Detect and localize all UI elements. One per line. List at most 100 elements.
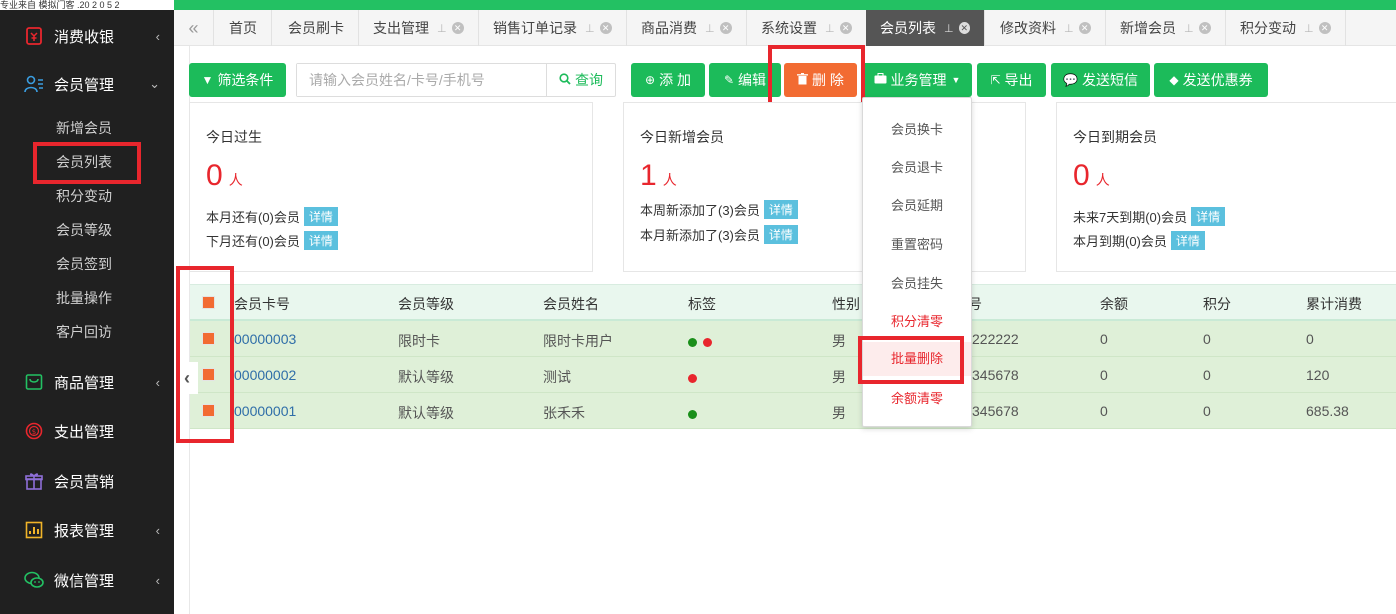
table-row[interactable]: 00000002 默认等级 测试 男 345678 0 0 120 [190, 357, 1396, 393]
column-header-points[interactable]: 积分 [1203, 294, 1231, 314]
column-header-total[interactable]: 累计消费 [1306, 294, 1362, 314]
row-checkbox[interactable] [202, 332, 215, 345]
sidebar-item-customer-visit[interactable]: 客户回访 [56, 322, 112, 342]
add-button[interactable]: ⊕ 添 加 [631, 63, 705, 97]
sidebar-item-member-checkin[interactable]: 会员签到 [56, 254, 112, 274]
sidebar-group-marketing[interactable]: 会员营销 [0, 459, 174, 503]
member-card-link[interactable]: 00000002 [234, 367, 296, 383]
member-card-link[interactable]: 00000003 [234, 331, 296, 347]
member-gender: 男 [832, 405, 846, 421]
pin-icon[interactable]: ⊥ [437, 22, 447, 35]
row-checkbox[interactable] [202, 368, 215, 381]
send-coupon-button[interactable]: ◆ 发送优惠券 [1154, 63, 1268, 97]
tab-member-list[interactable]: 会员列表 ⊥ ✕ [866, 10, 985, 46]
card-line-text: 本月新添加了(3)会员 [640, 228, 760, 243]
member-tags [688, 334, 718, 350]
close-icon[interactable]: ✕ [958, 22, 970, 34]
collapse-sidebar-chevron-icon[interactable]: ‹ [176, 362, 198, 394]
tab-new-member[interactable]: 新增会员 ⊥ ✕ [1106, 10, 1226, 46]
column-header-card[interactable]: 会员卡号 [234, 294, 290, 314]
close-icon[interactable]: ✕ [1078, 22, 1091, 34]
pin-icon[interactable]: ⊥ [825, 22, 835, 35]
close-icon[interactable]: ✕ [1318, 22, 1331, 34]
menu-item-clear-balance[interactable]: 余额清零 [863, 388, 971, 407]
chevron-left-icon: ‹ [155, 522, 160, 538]
tab-label: 首页 [229, 20, 257, 36]
menu-item-clear-points[interactable]: 积分清零 [863, 311, 971, 330]
sidebar-item-member-level[interactable]: 会员等级 [56, 220, 112, 240]
close-icon[interactable]: ✕ [451, 22, 464, 34]
menu-item-batch-delete[interactable]: 批量删除 [863, 342, 971, 376]
menu-item-change-card[interactable]: 会员换卡 [863, 119, 971, 138]
tab-points-change[interactable]: 积分变动 ⊥ ✕ [1226, 10, 1346, 46]
search-button[interactable]: 查询 [546, 64, 615, 96]
detail-badge[interactable]: 详情 [1170, 231, 1205, 250]
menu-item-extend[interactable]: 会员延期 [863, 195, 971, 214]
sidebar-group-expense[interactable]: $ 支出管理 [0, 409, 174, 453]
member-balance: 0 [1100, 403, 1108, 419]
tab-home[interactable]: 首页 [215, 10, 272, 46]
detail-badge[interactable]: 详情 [303, 231, 338, 250]
tab-goods-consume[interactable]: 商品消费 ⊥ ✕ [627, 10, 747, 46]
column-header-gender[interactable]: 性别 [832, 294, 860, 314]
tab-bar: « 首页 会员刷卡 支出管理 ⊥ ✕ 销售订单记录 ⊥ ✕ 商品消费 ⊥ ✕ 系统设置 ⊥ ✕ … [174, 10, 1396, 46]
card-count: 0人 [1073, 159, 1110, 193]
birthday-card: 今日过生 0人 本月还有(0)会员 详情 下月还有(0)会员 详情 [189, 102, 593, 272]
sidebar-item-new-member[interactable]: 新增会员 [56, 118, 112, 138]
column-header-balance[interactable]: 余额 [1100, 294, 1128, 314]
close-icon[interactable]: ✕ [719, 22, 732, 34]
double-chevron-left-icon[interactable]: « [174, 10, 214, 46]
sidebar-group-goods[interactable]: 商品管理 ‹ [0, 360, 174, 404]
card-line: 本周新添加了(3)会员 详情 [640, 200, 798, 219]
pin-icon[interactable]: ⊥ [944, 22, 954, 35]
row-checkbox[interactable] [202, 404, 215, 417]
column-header-tags[interactable]: 标签 [688, 294, 716, 314]
pin-icon[interactable]: ⊥ [1064, 22, 1074, 35]
sidebar-group-member[interactable]: 会员管理 ⌄ [0, 62, 174, 106]
menu-item-reset-password[interactable]: 重置密码 [863, 234, 971, 253]
pin-icon[interactable]: ⊥ [1184, 22, 1194, 35]
tab-sales-orders[interactable]: 销售订单记录 ⊥ ✕ [479, 10, 627, 46]
column-header-level[interactable]: 会员等级 [398, 294, 454, 314]
member-card-link[interactable]: 00000001 [234, 403, 296, 419]
table-row[interactable]: 00000003 限时卡 限时卡用户 男 222222 0 0 0 [190, 321, 1396, 357]
sidebar-group-report[interactable]: 报表管理 ‹ [0, 508, 174, 552]
tab-system-settings[interactable]: 系统设置 ⊥ ✕ [747, 10, 867, 46]
filter-button[interactable]: ▼ 筛选条件 [189, 63, 286, 97]
sidebar-item-member-list[interactable]: 会员列表 [56, 152, 112, 172]
edit-button[interactable]: ✎ 编辑 [709, 63, 781, 97]
detail-badge[interactable]: 详情 [763, 225, 798, 244]
delete-button[interactable]: 删 除 [784, 63, 857, 97]
pin-icon[interactable]: ⊥ [705, 22, 715, 35]
sidebar-group-cashier[interactable]: 消费收银 ‹ [0, 14, 174, 58]
pin-icon[interactable]: ⊥ [585, 22, 595, 35]
search-box: 查询 [296, 63, 616, 97]
close-icon[interactable]: ✕ [1198, 22, 1211, 34]
export-button[interactable]: ⇱ 导出 [977, 63, 1046, 97]
select-all-checkbox[interactable] [202, 296, 215, 309]
tab-expense[interactable]: 支出管理 ⊥ ✕ [359, 10, 479, 46]
detail-badge[interactable]: 详情 [1191, 207, 1226, 226]
sidebar-item-batch-operation[interactable]: 批量操作 [56, 288, 112, 308]
pin-icon[interactable]: ⊥ [1304, 22, 1314, 35]
menu-item-refund-card[interactable]: 会员退卡 [863, 157, 971, 176]
sidebar-item-points-change[interactable]: 积分变动 [56, 186, 112, 206]
tab-member-swipe[interactable]: 会员刷卡 [274, 10, 359, 46]
member-points: 0 [1203, 403, 1211, 419]
sidebar-group-wechat[interactable]: 微信管理 ‹ [0, 558, 174, 602]
close-icon[interactable]: ✕ [599, 22, 612, 34]
send-sms-button[interactable]: 💬 发送短信 [1051, 63, 1150, 97]
close-icon[interactable]: ✕ [839, 22, 852, 34]
card-count: 0人 [206, 159, 243, 193]
member-balance: 0 [1100, 367, 1108, 383]
detail-badge[interactable]: 详情 [763, 200, 798, 219]
business-management-button[interactable]: 业务管理 ▼ [862, 63, 972, 97]
menu-item-report-loss[interactable]: 会员挂失 [863, 273, 971, 292]
search-input[interactable] [297, 64, 546, 96]
detail-badge[interactable]: 详情 [303, 207, 338, 226]
member-tags [688, 406, 703, 422]
tab-edit-profile[interactable]: 修改资料 ⊥ ✕ [986, 10, 1106, 46]
column-header-name[interactable]: 会员姓名 [543, 294, 599, 314]
table-row[interactable]: 00000001 默认等级 张禾禾 男 345678 0 0 685.38 [190, 393, 1396, 429]
filter-icon: ▼ [201, 73, 214, 87]
